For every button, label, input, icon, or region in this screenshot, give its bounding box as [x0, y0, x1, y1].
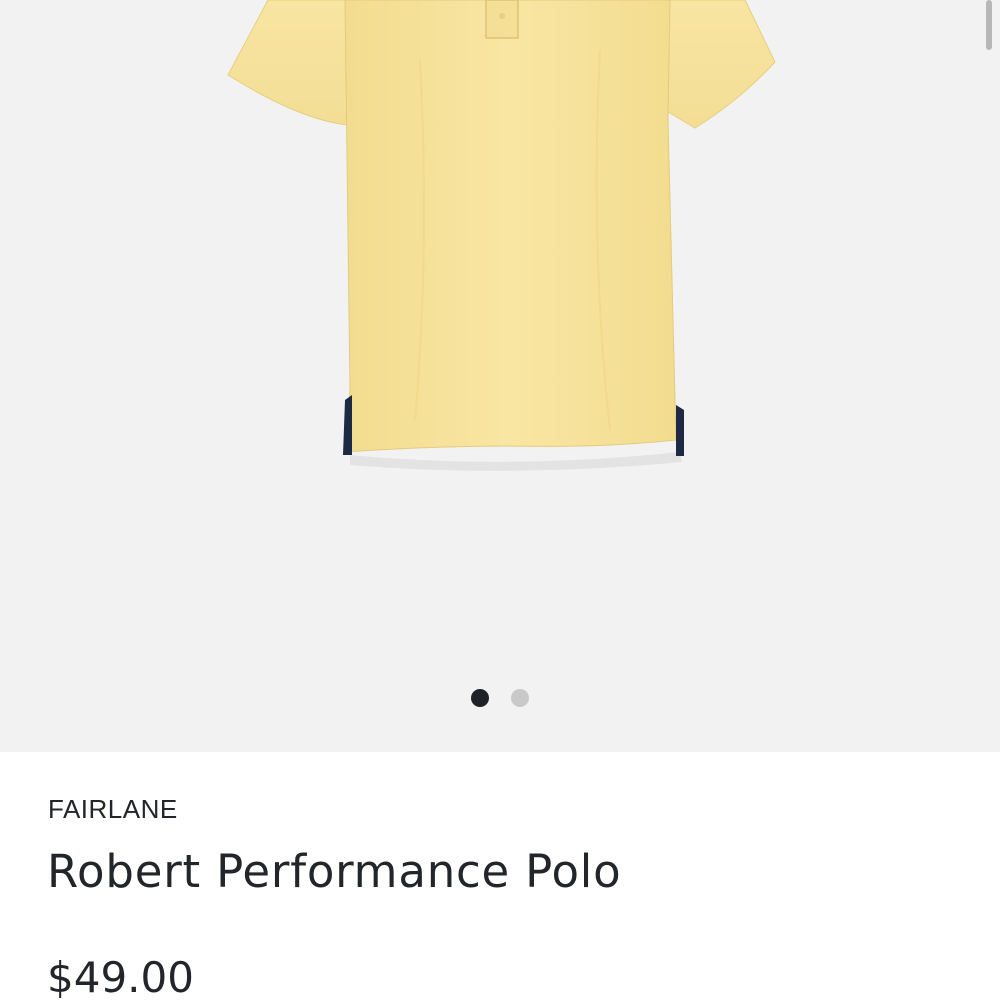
carousel-dot-2[interactable] — [511, 689, 529, 707]
carousel-pagination — [471, 689, 529, 707]
product-price: $49.00 — [47, 953, 194, 1002]
carousel-dot-1[interactable] — [471, 689, 489, 707]
product-title: Robert Performance Polo — [47, 845, 622, 898]
product-info: FAIRLANE Robert Performance Polo $49.00 — [0, 752, 1000, 1000]
product-brand: FAIRLANE — [48, 794, 178, 824]
product-image-gallery[interactable] — [0, 0, 1000, 752]
scrollbar[interactable] — [986, 0, 992, 50]
product-image[interactable] — [0, 0, 1000, 752]
